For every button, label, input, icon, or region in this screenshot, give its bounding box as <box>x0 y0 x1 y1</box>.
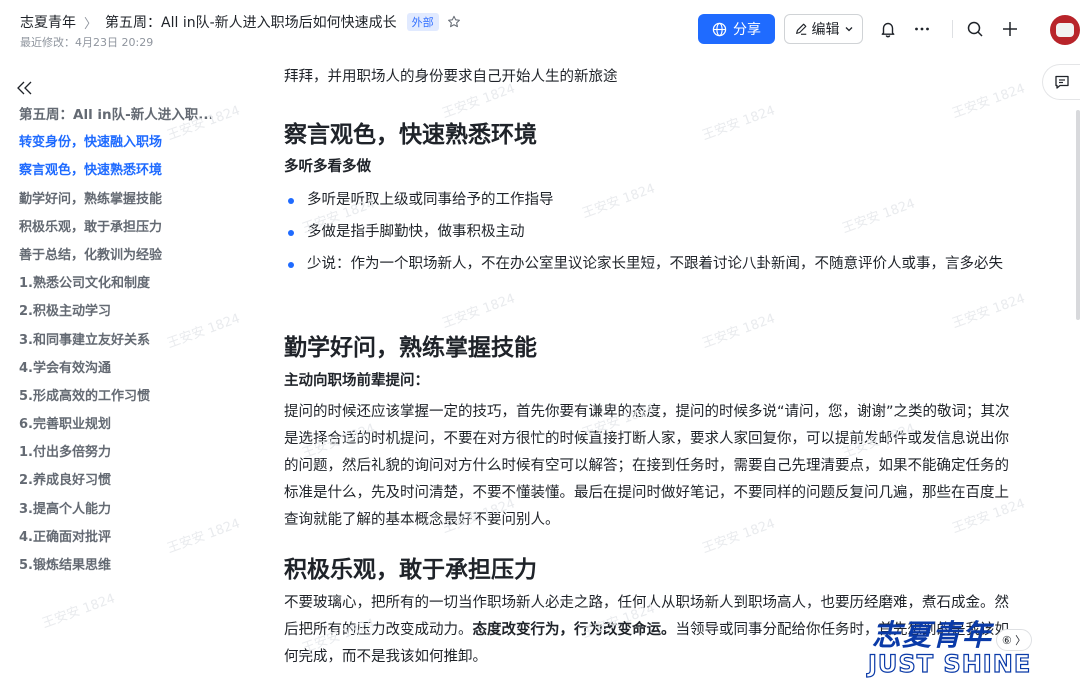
list-item: 少说：作为一个职场新人，不在办公室里议论家长里短，不跟着讨论八卦新闻，不随意评价… <box>284 251 1019 278</box>
breadcrumb-separator-icon: 〉 <box>84 16 98 32</box>
list-item: 多听是听取上级或同事给予的工作指导 <box>284 187 1019 214</box>
section-heading-learn: 勤学好问，熟练掌握技能 <box>284 335 537 361</box>
brand-watermark: 志夏青年 ⑥ 〉 JUST SHINE <box>866 612 1080 685</box>
more-horizontal-icon <box>915 27 929 31</box>
share-button-label: 分享 <box>733 22 761 38</box>
brand-name-en: JUST SHINE <box>867 649 1032 678</box>
toc-item[interactable]: 2.积极主动学习 <box>19 303 214 331</box>
chevron-down-icon <box>845 27 852 32</box>
toc-item[interactable]: 5.形成高效的工作习惯 <box>19 388 214 416</box>
edit-mode-dropdown[interactable]: 编辑 <box>784 14 863 44</box>
toc-item[interactable]: 第五周：All in队-新人进入职... <box>19 106 214 134</box>
page-indicator-badge[interactable]: ⑥ 〉 <box>996 629 1032 651</box>
pencil-icon <box>795 23 806 35</box>
brand-name-cn: 志夏青年 <box>872 618 993 652</box>
bold-emphasis-text: 态度改变行为，行为改变命运。 <box>472 622 676 638</box>
create-button[interactable] <box>997 16 1023 42</box>
bell-icon <box>881 22 895 38</box>
intro-text: 拜拜，并用职场人的身份要求自己开始人生的新旅途 <box>284 69 618 85</box>
table-of-contents-panel: 第五周：All in队-新人进入职... 转变身份，快速融入职场 察言观色，快速熟悉… <box>0 58 245 685</box>
toc-item[interactable]: 勤学好问，熟练掌握技能 <box>19 191 214 219</box>
plus-icon <box>1003 22 1017 36</box>
toc-item[interactable]: 3.提高个人能力 <box>19 501 214 529</box>
toc-item[interactable]: 4.学会有效沟通 <box>19 360 214 388</box>
comment-button[interactable] <box>1042 64 1080 100</box>
notification-button[interactable] <box>875 16 901 42</box>
paragraph: 提问的时候还应该掌握一定的技巧，首先你要有谦卑的态度，提问的时候多说“请问，您，… <box>284 404 1010 528</box>
last-modified-text: 最近修改：4月23日 20:29 <box>20 36 154 49</box>
toc-item[interactable]: 5.锻炼结果思维 <box>19 557 214 585</box>
toc-item[interactable]: 积极乐观，敢于承担压力 <box>19 219 214 247</box>
toc-item[interactable]: 6.完善职业规划 <box>19 416 214 444</box>
page-title[interactable]: 第五周：All in队-新人进入职场后如何快速成长 <box>105 12 397 32</box>
collapse-sidebar-icon[interactable] <box>16 80 34 96</box>
space-name-link[interactable]: 志夏青年 <box>20 12 76 32</box>
toc-list: 第五周：All in队-新人进入职... 转变身份，快速融入职场 察言观色，快速熟悉… <box>19 106 214 585</box>
toc-item[interactable]: 善于总结，化教训为经验 <box>19 247 214 275</box>
external-badge: 外部 <box>406 13 439 31</box>
section-heading-observe: 察言观色，快速熟悉环境 <box>284 122 537 148</box>
search-button[interactable] <box>962 16 988 42</box>
toc-item[interactable]: 转变身份，快速融入职场 <box>19 134 214 162</box>
list-item: 多做是指手脚勤快，做事积极主动 <box>284 219 1019 246</box>
scrollbar-thumb[interactable] <box>1076 110 1080 320</box>
star-icon[interactable] <box>447 15 461 29</box>
section-subheading: 主动向职场前辈提问： <box>284 373 429 389</box>
avatar[interactable] <box>1050 15 1080 45</box>
toc-item[interactable]: 1.付出多倍努力 <box>19 444 214 472</box>
toc-item[interactable]: 2.养成良好习惯 <box>19 472 214 500</box>
toc-item[interactable]: 1.熟悉公司文化和制度 <box>19 275 214 303</box>
document-body: 拜拜，并用职场人的身份要求自己开始人生的新旅途 察言观色，快速熟悉环境 多听多看… <box>284 58 1024 685</box>
section-heading-pressure: 积极乐观，敢于承担压力 <box>284 557 537 583</box>
search-icon <box>967 21 983 37</box>
section-subheading: 多听多看多做 <box>284 159 371 175</box>
more-options-button[interactable] <box>909 16 935 42</box>
edit-button-label: 编辑 <box>811 22 840 38</box>
toc-item[interactable]: 4.正确面对批评 <box>19 529 214 557</box>
share-button[interactable]: 分享 <box>698 14 775 44</box>
breadcrumb: 志夏青年 〉 第五周：All in队-新人进入职场后如何快速成长 外部 <box>20 12 461 32</box>
top-bar: 志夏青年 〉 第五周：All in队-新人进入职场后如何快速成长 外部 最近修改… <box>0 0 1080 58</box>
toc-item[interactable]: 3.和同事建立友好关系 <box>19 332 214 360</box>
header-divider <box>952 20 953 38</box>
bullet-list: 多听是听取上级或同事给予的工作指导 多做是指手脚勤快，做事积极主动 少说：作为一… <box>284 187 1019 283</box>
toc-item[interactable]: 察言观色，快速熟悉环境 <box>19 162 214 190</box>
globe-icon <box>712 22 727 36</box>
comment-icon <box>1054 75 1069 89</box>
